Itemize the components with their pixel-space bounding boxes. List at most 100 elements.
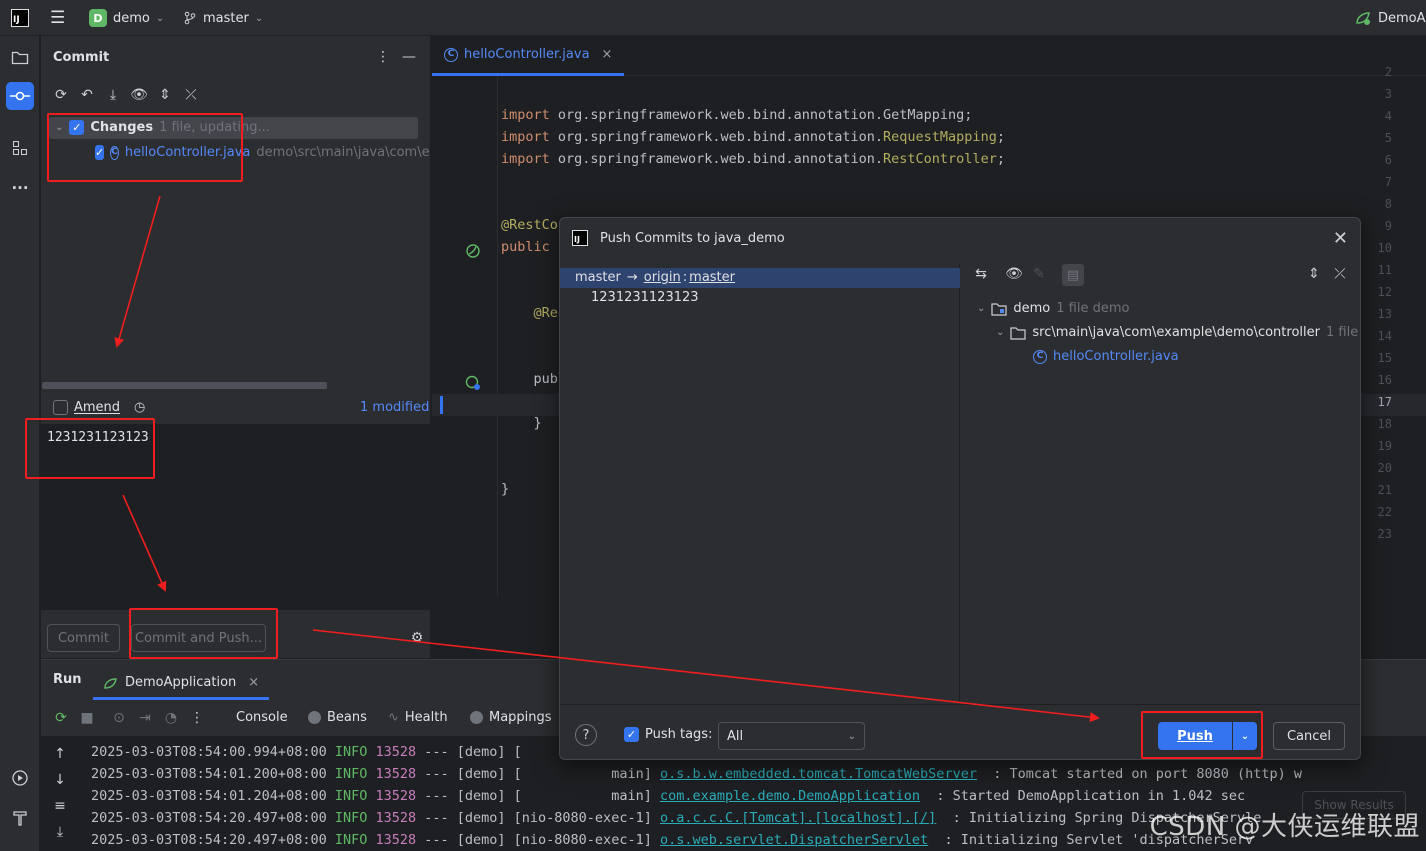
scroll-down-icon[interactable]: ↓	[50, 770, 70, 790]
line-number: 10	[1377, 241, 1392, 255]
amend-row[interactable]: Amend ◷	[53, 400, 145, 415]
endpoint-gutter-icon[interactable]	[465, 375, 481, 391]
code-line: public c	[501, 239, 567, 255]
local-branch: master	[575, 270, 621, 285]
module-folder-icon	[991, 302, 1007, 316]
structure-tool-button[interactable]	[6, 134, 34, 162]
edit-pencil-icon[interactable]: ✎	[1029, 264, 1049, 284]
commit-button[interactable]: Commit	[47, 624, 120, 652]
collapse-all-icon[interactable]: ⤫	[1330, 264, 1350, 284]
chevron-down-icon: ⌄	[847, 730, 856, 742]
more-options-icon[interactable]: ⋮	[187, 708, 207, 728]
run-tab-demoapplication[interactable]: DemoApplication ×	[93, 668, 270, 700]
java-class-icon: C	[1033, 349, 1047, 364]
commit-settings-gear-icon[interactable]: ⚙	[407, 628, 427, 648]
app-logo[interactable]: IJ	[11, 8, 29, 28]
soft-wrap-icon[interactable]: ≡	[50, 796, 70, 816]
tree-root-row[interactable]: ⌄ demo 1 file demo	[977, 301, 1129, 316]
remote-separator: :	[682, 270, 688, 285]
stop-icon[interactable]: ■	[77, 708, 97, 728]
beans-tab[interactable]: Beans	[308, 710, 367, 725]
preview-eye-icon[interactable]: 👁	[1004, 264, 1024, 284]
expand-all-icon[interactable]: ⇕	[1304, 264, 1324, 284]
health-tab[interactable]: ∿ Health	[388, 710, 448, 725]
rerun-icon[interactable]: ⟳	[51, 708, 71, 728]
scroll-up-icon[interactable]: ↑	[50, 744, 70, 764]
minimize-icon[interactable]: —	[399, 47, 419, 67]
remote-link[interactable]: origin	[644, 270, 681, 285]
pulse-icon: ∿	[388, 710, 399, 725]
options-icon[interactable]: ⋮	[373, 47, 393, 67]
run-config-selector[interactable]: DemoAp	[1354, 8, 1426, 28]
annotation-box-push	[1141, 711, 1263, 759]
code-line: import org.springframework.web.bind.anno…	[501, 107, 973, 123]
line-number: 13	[1377, 307, 1392, 321]
run-config-name: DemoAp	[1378, 10, 1426, 26]
shelve-icon[interactable]: ⤓	[103, 85, 123, 105]
cancel-button[interactable]: Cancel	[1273, 722, 1345, 750]
push-tags-select[interactable]: All ⌄	[718, 722, 865, 750]
push-arrow: →	[626, 270, 638, 285]
title-bar: IJ ☰ D demo ⌄ master ⌄ DemoAp	[0, 0, 1426, 36]
annotation-box-commit-push	[129, 608, 278, 659]
line-number: 2	[1384, 65, 1392, 79]
camera-icon[interactable]: ⊙	[109, 708, 129, 728]
exit-icon[interactable]: ⇥	[135, 708, 155, 728]
tree-root-label: demo	[1013, 301, 1051, 316]
push-tags-row[interactable]: ✓ Push tags:	[624, 727, 712, 742]
branch-switcher[interactable]: master ⌄	[183, 8, 263, 28]
tree-file-label: helloController.java	[1053, 349, 1179, 364]
code-line: import org.springframework.web.bind.anno…	[501, 129, 1005, 145]
push-commits-list: master → origin : master 1231231123123	[560, 264, 960, 702]
commit-icon	[10, 91, 30, 101]
close-icon[interactable]: ×	[602, 47, 613, 62]
line-number: 14	[1377, 329, 1392, 343]
rollback-icon[interactable]: ↶	[77, 85, 97, 105]
close-icon[interactable]: ✕	[1333, 228, 1348, 249]
more-tools-icon[interactable]: ···	[6, 174, 34, 202]
main-menu-icon[interactable]: ☰	[50, 8, 65, 28]
group-by-icon[interactable]: ▤	[1062, 264, 1084, 286]
commit-tool-button[interactable]	[6, 82, 34, 110]
close-icon[interactable]: ×	[248, 675, 259, 690]
hammer-icon	[13, 811, 27, 826]
branch-mapping-row[interactable]: master → origin : master	[575, 270, 735, 285]
history-clock-icon[interactable]: ◷	[134, 400, 145, 415]
tree-file-row[interactable]: C helloController.java	[1033, 349, 1179, 364]
line-number: 17	[1377, 395, 1392, 409]
expand-all-icon[interactable]: ⇕	[155, 85, 175, 105]
tree-folder-row[interactable]: ⌄ src\main\java\com\example\demo\control…	[996, 325, 1358, 340]
services-tool-button[interactable]	[6, 764, 34, 792]
preview-eye-icon[interactable]: 👁	[129, 85, 149, 105]
line-number: 6	[1384, 153, 1392, 167]
editor-tab-bar: C helloController.java ×	[432, 36, 1426, 76]
help-button[interactable]: ?	[575, 724, 597, 746]
spring-bean-gutter-icon[interactable]	[465, 243, 481, 259]
amend-checkbox[interactable]	[53, 400, 68, 415]
compare-arrows-icon[interactable]: ⇆	[971, 264, 991, 284]
tree-root-meta: 1 file demo	[1056, 301, 1130, 316]
modified-link[interactable]: 1 modified	[360, 400, 429, 415]
gauge-icon[interactable]: ◔	[161, 708, 181, 728]
log-line: 2025-03-03T08:54:01.204+08:00 INFO 13528…	[91, 788, 1246, 804]
health-tab-label: Health	[404, 710, 448, 725]
refresh-icon[interactable]: ⟳	[51, 85, 71, 105]
remote-branch-link[interactable]: master	[689, 270, 735, 285]
collapse-all-icon[interactable]: ⤫	[181, 85, 201, 105]
project-tool-button[interactable]	[6, 44, 34, 72]
code-line: @RestCon	[501, 217, 567, 233]
push-tags-checkbox[interactable]: ✓	[624, 727, 639, 742]
build-tool-button[interactable]	[6, 804, 34, 832]
mappings-tab[interactable]: Mappings	[470, 710, 552, 725]
project-switcher[interactable]: D demo ⌄	[89, 8, 164, 28]
scroll-to-end-icon[interactable]: ⤓	[50, 822, 70, 842]
console-tab[interactable]: Console	[236, 710, 288, 725]
tree-folder-label: src\main\java\com\example\demo\controlle…	[1032, 325, 1320, 340]
annotation-box-message	[25, 418, 155, 479]
editor-tab-hellocontroller[interactable]: C helloController.java ×	[432, 36, 625, 76]
push-tags-label: Push tags:	[645, 727, 713, 742]
commit-row[interactable]: 1231231123123	[591, 290, 699, 305]
branch-icon	[184, 11, 196, 25]
horizontal-scrollbar[interactable]	[42, 382, 327, 389]
commit-message: 1231231123123	[591, 290, 699, 305]
